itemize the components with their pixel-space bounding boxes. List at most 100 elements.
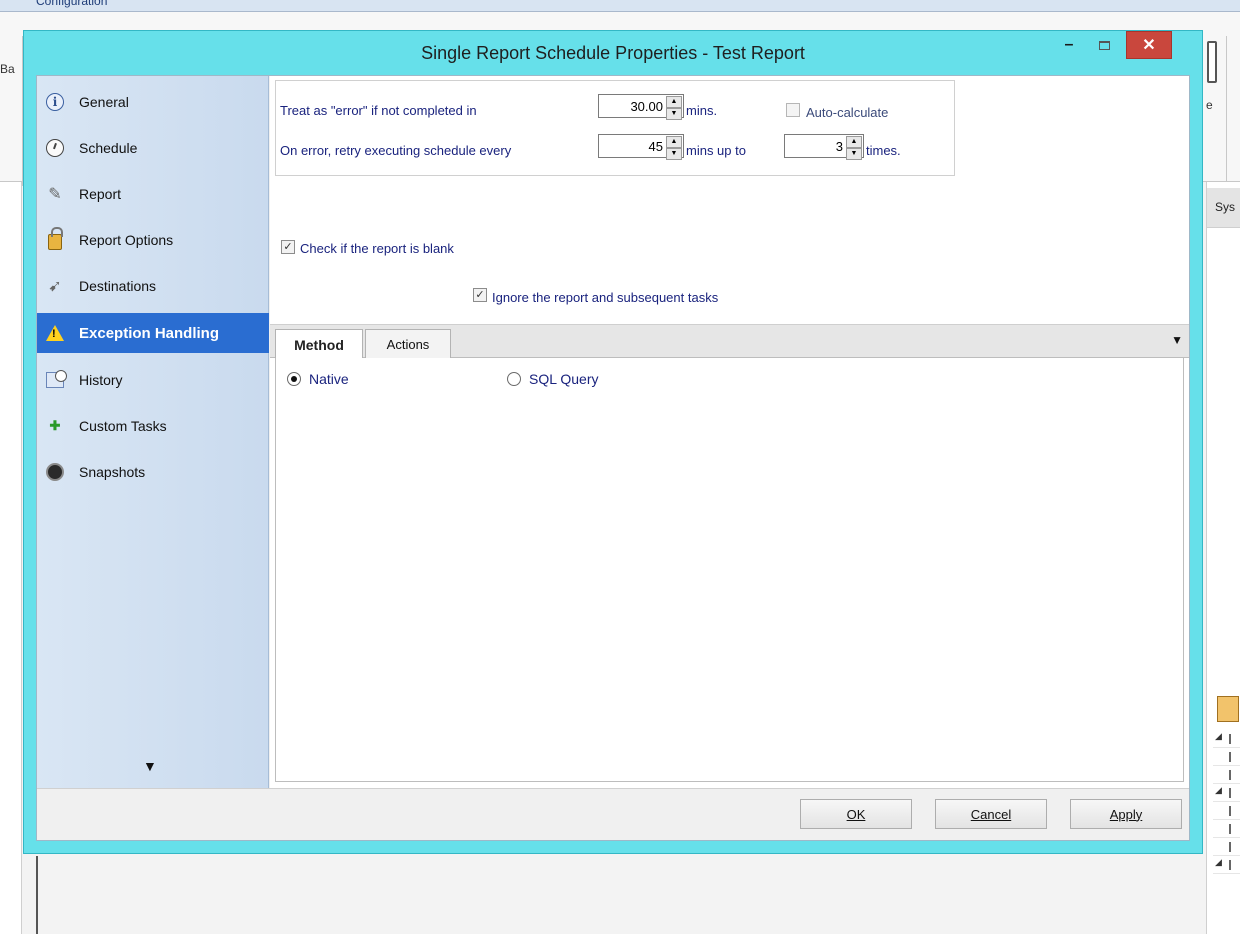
error-timeout-value: 30.00 <box>630 99 663 114</box>
sidebar-item-label: Destinations <box>79 278 157 294</box>
native-radio[interactable] <box>287 372 301 386</box>
tab-actions[interactable]: Actions <box>365 329 451 359</box>
spin-up-icon[interactable]: ▲ <box>846 136 862 148</box>
sidebar-item-report[interactable]: ✎ Report <box>37 174 269 214</box>
retry-interval-stepper[interactable]: 45 ▲ ▼ <box>598 134 684 160</box>
tree-row[interactable] <box>1213 730 1240 748</box>
retry-times-unit: times. <box>866 143 901 158</box>
sidebar-item-history[interactable]: History <box>37 360 269 400</box>
sidebar-item-label: Report Options <box>79 232 174 248</box>
warning-icon: ! <box>45 323 65 343</box>
background-ribbon-divider <box>1226 36 1227 186</box>
sidebar-item-destinations[interactable]: ➹ Destinations <box>37 266 269 306</box>
background-right-panel: Sys <box>1206 182 1240 934</box>
sidebar-item-label: History <box>79 372 123 388</box>
dialog-footer: OK Cancel Apply <box>37 788 1189 840</box>
retry-times-value: 3 <box>835 139 843 154</box>
info-icon: i <box>45 92 65 112</box>
tree-row[interactable] <box>1213 802 1240 820</box>
error-timeout-unit: mins. <box>686 103 718 118</box>
minimize-icon: – <box>1064 36 1074 53</box>
check-blank-report-label: Check if the report is blank <box>300 241 454 256</box>
dialog-title: Single Report Schedule Properties - Test… <box>421 43 805 63</box>
background-ribbon-fragment-right: e <box>1206 98 1213 112</box>
background-menu-bar: Configuration <box>0 0 1240 12</box>
background-right-panel-header: Sys <box>1207 188 1240 228</box>
tab-method[interactable]: Method <box>275 329 363 360</box>
minimize-button[interactable]: – <box>1054 31 1084 59</box>
history-icon <box>45 370 67 390</box>
retry-times-stepper[interactable]: 3 ▲ ▼ <box>784 134 864 160</box>
spin-up-icon[interactable]: ▲ <box>666 136 682 148</box>
spin-down-icon[interactable]: ▼ <box>846 148 862 160</box>
background-left-panel <box>0 182 22 934</box>
timing-group: Treat as "error" if not completed in 30.… <box>275 80 955 176</box>
sidebar-nav: i General Schedule ✎ Report Report Optio… <box>37 76 269 788</box>
sidebar-item-snapshots[interactable]: Snapshots <box>37 452 269 492</box>
property-grid-icon[interactable] <box>1217 696 1239 722</box>
custom-tasks-icon: ✚ <box>49 418 61 433</box>
retry-interval-unit: mins up to <box>686 143 746 158</box>
sidebar-item-custom-tasks[interactable]: ✚ Custom Tasks <box>37 406 269 446</box>
close-icon: ✕ <box>1142 37 1156 54</box>
spin-down-icon[interactable]: ▼ <box>666 108 682 120</box>
sidebar-item-label: Snapshots <box>79 464 146 480</box>
schedule-properties-dialog: Single Report Schedule Properties - Test… <box>23 30 1203 854</box>
retry-interval-value: 45 <box>648 139 663 154</box>
tree-row[interactable] <box>1213 820 1240 838</box>
maximize-icon <box>1098 40 1110 50</box>
method-tabstrip: Method Actions ▼ <box>270 324 1189 360</box>
tree-row[interactable] <box>1213 784 1240 802</box>
sidebar-item-label: Custom Tasks <box>79 418 167 434</box>
tree-row[interactable] <box>1213 856 1240 874</box>
tree-row[interactable] <box>1213 766 1240 784</box>
camera-icon <box>45 462 65 482</box>
sidebar-scroll-down-icon[interactable]: ▼ <box>143 758 157 774</box>
maximize-button[interactable] <box>1088 31 1120 59</box>
clock-icon <box>45 138 65 158</box>
sidebar-item-report-options[interactable]: Report Options <box>37 220 269 260</box>
ignore-report-label: Ignore the report and subsequent tasks <box>492 290 719 305</box>
ok-button-label: OK <box>846 806 866 822</box>
apply-button-label: Apply <box>1109 806 1143 822</box>
auto-calculate-label: Auto-calculate <box>806 105 889 120</box>
method-tab-body: Native SQL Query <box>275 358 1184 782</box>
background-ribbon-fragment-left: Ba <box>0 62 15 76</box>
sidebar-item-label: General <box>79 94 129 110</box>
sidebar-item-label: Exception Handling <box>79 324 220 342</box>
background-right-panel-title: Sys <box>1215 200 1236 214</box>
exception-handling-panel: Treat as "error" if not completed in 30.… <box>270 76 1189 788</box>
tree-row[interactable] <box>1213 838 1240 856</box>
background-menu-label: Configuration <box>36 0 108 8</box>
sidebar-item-label: Report <box>79 186 122 202</box>
ok-button[interactable]: OK <box>800 799 912 829</box>
cancel-button-label: Cancel <box>970 806 1012 822</box>
auto-calculate-checkbox[interactable] <box>786 103 800 117</box>
cancel-button[interactable]: Cancel <box>935 799 1047 829</box>
sidebar-item-label: Schedule <box>79 140 138 156</box>
background-splitter <box>36 856 38 934</box>
sidebar-item-schedule[interactable]: Schedule <box>37 128 269 168</box>
dialog-titlebar[interactable]: Single Report Schedule Properties - Test… <box>24 31 1202 75</box>
destination-icon: ➹ <box>48 278 62 295</box>
ignore-report-checkbox[interactable]: ✓ <box>473 288 487 302</box>
native-radio-label: Native <box>309 371 349 387</box>
error-timeout-stepper[interactable]: 30.00 ▲ ▼ <box>598 94 684 120</box>
check-blank-report-checkbox[interactable]: ✓ <box>281 240 295 254</box>
lock-icon <box>45 227 65 250</box>
pencil-icon: ✎ <box>48 186 62 203</box>
error-timeout-label: Treat as "error" if not completed in <box>280 103 477 118</box>
sidebar-item-general[interactable]: i General <box>37 82 269 122</box>
spin-down-icon[interactable]: ▼ <box>666 148 682 160</box>
dialog-client-area: i General Schedule ✎ Report Report Optio… <box>36 75 1190 841</box>
spin-up-icon[interactable]: ▲ <box>666 96 682 108</box>
sidebar-item-exception-handling[interactable]: ! Exception Handling <box>37 313 269 353</box>
tab-menu-dropdown-icon[interactable]: ▼ <box>1171 333 1183 347</box>
tree-row[interactable] <box>1213 748 1240 766</box>
retry-interval-label: On error, retry executing schedule every <box>280 143 512 158</box>
background-tree <box>1213 730 1240 874</box>
background-ribbon-button[interactable] <box>1207 41 1217 83</box>
close-button[interactable]: ✕ <box>1126 31 1172 59</box>
sql-query-radio[interactable] <box>507 372 521 386</box>
apply-button[interactable]: Apply <box>1070 799 1182 829</box>
